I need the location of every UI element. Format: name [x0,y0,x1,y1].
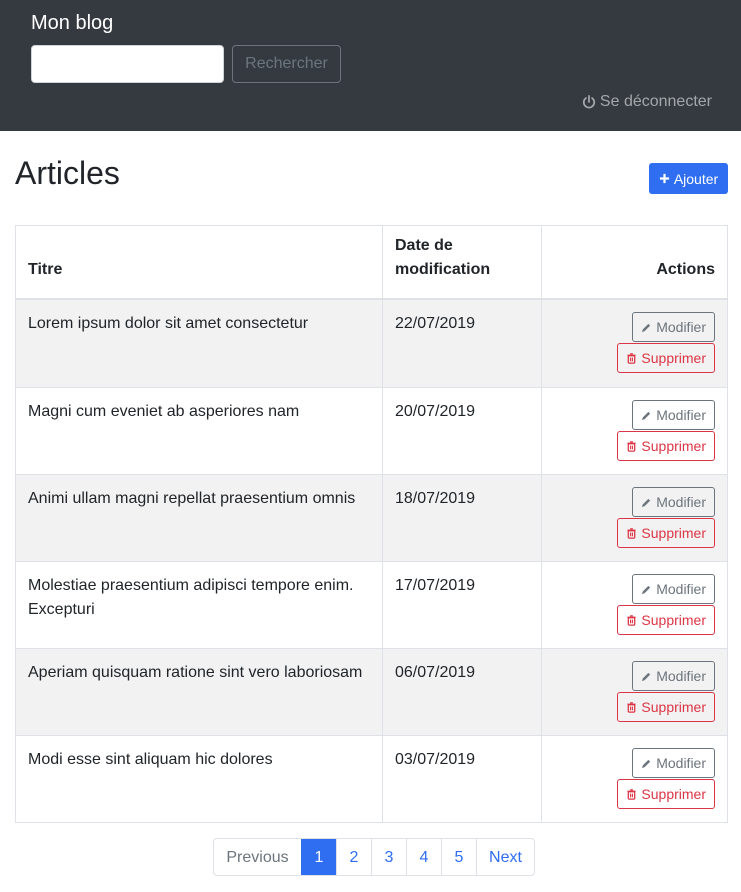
column-header-title: Titre [16,226,383,298]
trash-icon [627,440,637,452]
articles-table: Titre Date de modification Actions Lorem… [15,225,728,823]
table-row: Lorem ipsum dolor sit amet consectetur 22… [16,300,727,387]
table-row: Molestiae praesentium adipisci tempore e… [16,561,727,648]
pencil-icon [642,585,651,594]
article-actions: Modifier Supprimer [542,475,727,561]
pagination-previous[interactable]: Previous [214,839,301,875]
pencil-icon [642,323,651,332]
article-date: 06/07/2019 [383,649,542,735]
article-actions: Modifier Supprimer [542,300,727,387]
delete-button[interactable]: Supprimer [617,779,715,809]
edit-button-label: Modifier [656,755,706,771]
pagination: Previous 1 2 3 4 5 Next [213,838,535,876]
table-row: Magni cum eveniet ab asperiores nam 20/07… [16,387,727,474]
search-button[interactable]: Rechercher [232,45,341,83]
pagination-next[interactable]: Next [476,839,534,875]
pencil-icon [642,759,651,768]
table-row: Animi ullam magni repellat praesentium o… [16,474,727,561]
trash-icon [627,527,637,539]
delete-button[interactable]: Supprimer [617,431,715,461]
delete-button[interactable]: Supprimer [617,343,715,373]
trash-icon [627,788,637,800]
delete-button[interactable]: Supprimer [617,692,715,722]
article-actions: Modifier Supprimer [542,562,727,648]
article-title: Molestiae praesentium adipisci tempore e… [16,562,383,648]
pencil-icon [642,498,651,507]
article-date: 22/07/2019 [383,300,542,387]
logout-label: Se déconnecter [599,93,712,110]
edit-button-label: Modifier [656,581,706,597]
article-title: Magni cum eveniet ab asperiores nam [16,388,383,474]
edit-button-label: Modifier [656,494,706,510]
pagination-page-5[interactable]: 5 [441,839,476,875]
article-title: Animi ullam magni repellat praesentium o… [16,475,383,561]
pagination-page-1[interactable]: 1 [301,839,336,875]
table-row: Aperiam quisquam ratione sint vero labor… [16,648,727,735]
trash-icon [627,352,637,364]
edit-button-label: Modifier [656,668,706,684]
edit-button[interactable]: Modifier [632,312,715,342]
navbar: Mon blog Rechercher Se déconnecter [0,0,741,131]
edit-button[interactable]: Modifier [632,487,715,517]
edit-button[interactable]: Modifier [632,400,715,430]
table-header: Titre Date de modification Actions [16,226,727,300]
table-row: Modi esse sint aliquam hic dolores 03/07/… [16,735,727,822]
article-actions: Modifier Supprimer [542,388,727,474]
pagination-page-2[interactable]: 2 [336,839,371,875]
delete-button[interactable]: Supprimer [617,605,715,635]
column-header-date: Date de modification [383,226,542,298]
edit-button[interactable]: Modifier [632,574,715,604]
search-input[interactable] [31,45,224,83]
brand-title[interactable]: Mon blog [31,12,113,35]
delete-button-label: Supprimer [641,350,706,366]
add-article-button[interactable]: Ajouter [649,163,728,194]
pagination-page-4[interactable]: 4 [406,839,441,875]
delete-button-label: Supprimer [641,438,706,454]
column-header-actions: Actions [656,261,715,278]
article-date: 17/07/2019 [383,562,542,648]
pencil-icon [642,411,651,420]
article-date: 18/07/2019 [383,475,542,561]
article-title: Modi esse sint aliquam hic dolores [16,736,383,822]
add-button-label: Ajouter [673,170,719,187]
trash-icon [627,701,637,713]
delete-button-label: Supprimer [641,612,706,628]
edit-button[interactable]: Modifier [632,661,715,691]
delete-button-label: Supprimer [641,786,706,802]
power-icon [582,95,596,109]
table-body: Lorem ipsum dolor sit amet consectetur 22… [16,300,727,822]
delete-button-label: Supprimer [641,525,706,541]
logout-link[interactable]: Se déconnecter [582,93,712,111]
article-actions: Modifier Supprimer [542,649,727,735]
edit-button[interactable]: Modifier [632,748,715,778]
edit-button-label: Modifier [656,319,706,335]
plus-icon [659,173,669,184]
page-title: Articles [15,155,120,191]
article-title: Aperiam quisquam ratione sint vero labor… [16,649,383,735]
delete-button-label: Supprimer [641,699,706,715]
article-date: 20/07/2019 [383,388,542,474]
article-actions: Modifier Supprimer [542,736,727,822]
delete-button[interactable]: Supprimer [617,518,715,548]
trash-icon [627,614,637,626]
edit-button-label: Modifier [656,407,706,423]
pagination-page-3[interactable]: 3 [371,839,406,875]
article-date: 03/07/2019 [383,736,542,822]
article-title: Lorem ipsum dolor sit amet consectetur [16,300,383,387]
pencil-icon [642,672,651,681]
